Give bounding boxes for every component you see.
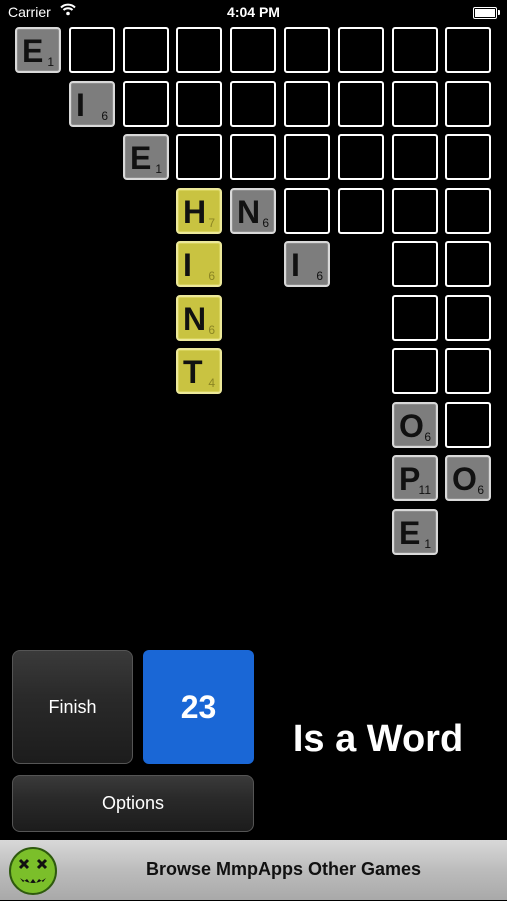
tile-score: 1 (155, 162, 162, 176)
empty-board-cell[interactable] (123, 27, 169, 73)
hint-letter-tile[interactable]: I6 (176, 241, 222, 287)
empty-board-cell[interactable] (230, 134, 276, 180)
empty-board-cell[interactable] (230, 27, 276, 73)
letter-tile[interactable]: I6 (284, 241, 330, 287)
tile-letter: N (183, 301, 207, 337)
letter-tile[interactable]: I6 (69, 81, 115, 127)
empty-board-cell[interactable] (445, 27, 491, 73)
hint-letter-tile[interactable]: H7 (176, 188, 222, 234)
tile-score: 6 (208, 269, 215, 283)
tile-letter: I (291, 247, 300, 283)
empty-board-cell[interactable] (230, 81, 276, 127)
empty-board-cell[interactable] (338, 188, 384, 234)
empty-board-cell[interactable] (392, 241, 438, 287)
tile-letter: O (452, 461, 477, 497)
tile-score: 4 (208, 376, 215, 390)
letter-tile[interactable]: O6 (392, 402, 438, 448)
empty-board-cell[interactable] (176, 27, 222, 73)
empty-board-cell[interactable] (445, 188, 491, 234)
empty-board-cell[interactable] (445, 81, 491, 127)
tile-letter: E (22, 33, 44, 69)
tile-score: 6 (477, 483, 484, 497)
empty-board-cell[interactable] (176, 81, 222, 127)
game-board: E 1 I 6 E 1 H 7 N 6 I 6 I 6 N 6 T 4 O 6 P 11 O 6 E 1 (0, 0, 507, 560)
options-button[interactable]: Options (12, 775, 254, 832)
tile-letter: T (183, 354, 203, 390)
empty-board-cell[interactable] (284, 134, 330, 180)
tile-score: 11 (418, 483, 431, 497)
empty-board-cell[interactable] (284, 27, 330, 73)
empty-board-cell[interactable] (445, 134, 491, 180)
empty-board-cell[interactable] (338, 27, 384, 73)
empty-board-cell[interactable] (392, 81, 438, 127)
letter-tile[interactable]: N6 (230, 188, 276, 234)
empty-board-cell[interactable] (338, 81, 384, 127)
score-display: 23 (143, 650, 254, 764)
empty-board-cell[interactable] (392, 348, 438, 394)
tile-letter: P (399, 461, 421, 497)
empty-board-cell[interactable] (123, 81, 169, 127)
letter-tile[interactable]: O6 (445, 455, 491, 501)
empty-board-cell[interactable] (176, 134, 222, 180)
letter-tile[interactable]: E1 (15, 27, 61, 73)
empty-board-cell[interactable] (445, 295, 491, 341)
tile-score: 6 (101, 109, 108, 123)
word-status-label: Is a Word (292, 718, 464, 760)
empty-board-cell[interactable] (392, 27, 438, 73)
letter-tile[interactable]: E1 (123, 134, 169, 180)
finish-button[interactable]: Finish (12, 650, 133, 764)
tile-letter: H (183, 194, 207, 230)
tile-letter: I (183, 247, 192, 283)
tile-letter: O (399, 408, 424, 444)
tile-letter: E (130, 140, 152, 176)
hint-letter-tile[interactable]: T4 (176, 348, 222, 394)
empty-board-cell[interactable] (445, 402, 491, 448)
mmpapps-logo-icon (8, 846, 58, 896)
empty-board-cell[interactable] (284, 188, 330, 234)
tile-letter: I (76, 87, 85, 123)
empty-board-cell[interactable] (392, 295, 438, 341)
empty-board-cell[interactable] (69, 27, 115, 73)
tile-score: 6 (316, 269, 323, 283)
empty-board-cell[interactable] (392, 188, 438, 234)
empty-board-cell[interactable] (392, 134, 438, 180)
tile-score: 1 (424, 537, 431, 551)
tile-score: 6 (208, 323, 215, 337)
tile-score: 6 (424, 430, 431, 444)
empty-board-cell[interactable] (445, 241, 491, 287)
promo-banner[interactable]: Browse MmpApps Other Games (0, 840, 507, 900)
tile-score: 1 (47, 55, 54, 69)
banner-text: Browse MmpApps Other Games (146, 859, 422, 879)
letter-tile[interactable]: E1 (392, 509, 438, 555)
empty-board-cell[interactable] (338, 134, 384, 180)
empty-board-cell[interactable] (445, 348, 491, 394)
empty-board-cell[interactable] (284, 81, 330, 127)
letter-tile[interactable]: P 11 (392, 455, 438, 501)
tile-letter: N (237, 194, 261, 230)
tile-score: 7 (208, 216, 215, 230)
tile-letter: E (399, 515, 421, 551)
tile-score: 6 (262, 216, 269, 230)
hint-letter-tile[interactable]: N6 (176, 295, 222, 341)
